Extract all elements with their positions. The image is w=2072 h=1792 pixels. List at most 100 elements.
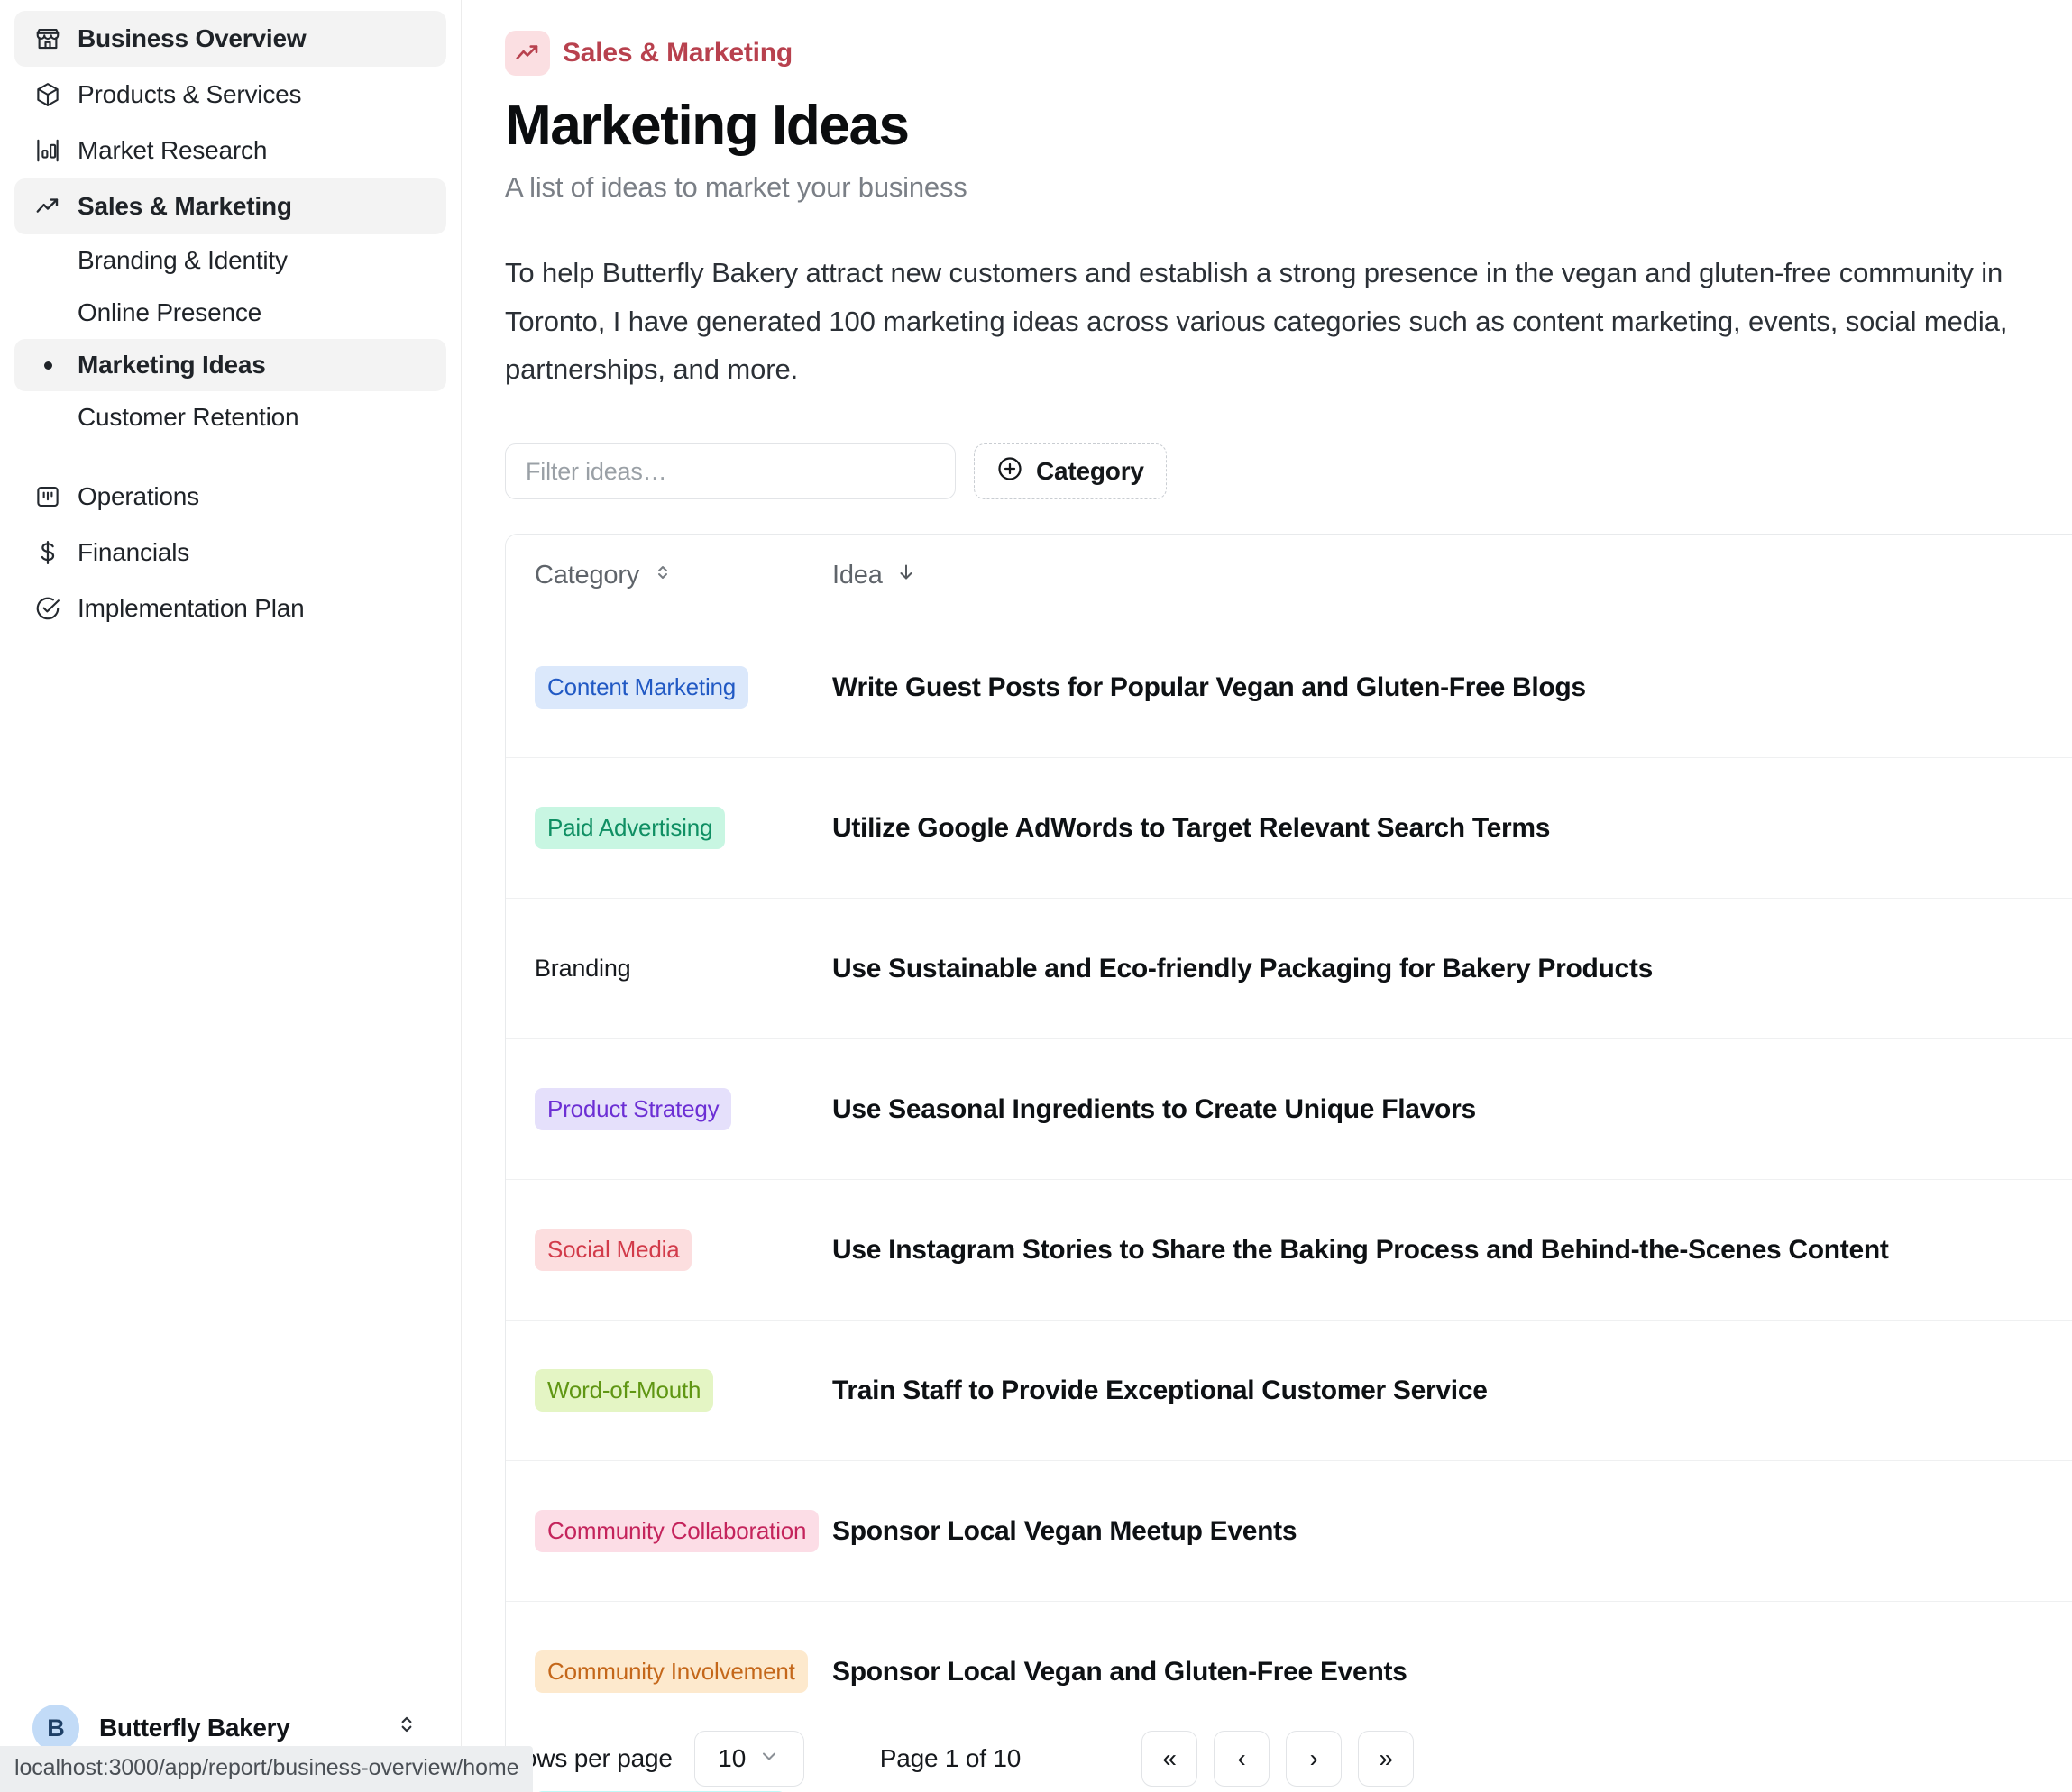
table-row[interactable]: Word-of-Mouth Train Staff to Provide Exce… [506,1321,2072,1462]
add-category-filter-label: Category [1036,457,1144,486]
intro-paragraph: To help Butterfly Bakery attract new cus… [505,257,2008,385]
sort-updown-icon [652,561,674,591]
pagination-buttons: « ‹ › » [1141,1731,1415,1787]
dollar-icon [34,539,61,566]
sidebar-item-operations[interactable]: Operations [14,469,446,525]
cell-idea: Use Sustainable and Eco-friendly Packagi… [832,953,1654,983]
page-subtitle: A list of ideas to market your business [505,171,967,204]
cell-idea: Use Instagram Stories to Share the Bakin… [832,1234,1889,1265]
add-category-filter-button[interactable]: Category [974,443,1167,500]
sidebar: Business Overview Products & Services Ma… [0,0,534,1792]
filter-input[interactable] [505,443,956,500]
sidebar-item-label: Products & Services [78,80,302,108]
sidebar-item-label: Financials [78,538,190,566]
table-row[interactable]: Community Collaboration Sponsor Local Veg… [506,1461,2072,1603]
cell-idea: Sponsor Local Vegan and Gluten-Free Even… [832,1656,1407,1687]
status-bar-url: localhost:3000/app/report/business-overv… [0,1746,534,1792]
sort-desc-arrow-icon [895,561,917,591]
store-icon [34,25,61,52]
table-row[interactable]: Branding Use Sustainable and Eco-friendly… [506,899,2072,1040]
cell-category: Branding [535,947,832,990]
column-header-idea-label: Idea [832,561,883,590]
sidebar-divider-gap [14,443,446,469]
page-indicator: Page 1 of 10 [879,1744,1022,1772]
category-badge: Social Media [535,1229,692,1272]
table-header-row: Category Idea [506,535,2072,618]
cell-idea: Utilize Google AdWords to Target Relevan… [832,812,1551,843]
table-row[interactable]: Content Marketing Write Guest Posts for P… [506,617,2072,759]
rows-per-page-select[interactable]: 10 [693,1731,804,1787]
sidebar-item-label: Customer Retention [78,403,299,431]
table-body: Content Marketing Write Guest Posts for P… [506,617,2072,1792]
breadcrumb[interactable]: Sales & Marketing [505,31,793,76]
cell-category: Social Media [535,1229,832,1272]
column-header-category-label: Category [535,561,640,590]
sidebar-item-label: Implementation Plan [78,594,305,622]
cell-category: Content Marketing [535,666,832,709]
table-row[interactable]: Product Strategy Use Seasonal Ingredients… [506,1039,2072,1181]
cell-category: Community Involvement [535,1650,832,1694]
sidebar-item-online-presence[interactable]: Online Presence [14,287,446,339]
next-page-button[interactable]: › [1286,1731,1343,1787]
package-icon [34,81,61,108]
ideas-table: Category Idea Content Marketing Write Gu… [505,534,2072,1792]
sidebar-item-customer-retention[interactable]: Customer Retention [14,391,446,443]
bullet-icon [34,361,61,370]
sidebar-item-label: Online Presence [78,298,262,326]
cell-category: Product Strategy [535,1088,832,1131]
cell-idea: Use Seasonal Ingredients to Create Uniqu… [832,1093,1476,1124]
category-badge: Community Involvement [535,1650,808,1694]
sidebar-item-products-services[interactable]: Products & Services [14,67,446,123]
column-header-idea[interactable]: Idea [832,561,2072,591]
sidebar-item-implementation-plan[interactable]: Implementation Plan [14,581,446,636]
first-page-button[interactable]: « [1141,1731,1198,1787]
cell-category: Paid Advertising [535,807,832,850]
kanban-icon [34,483,61,510]
app-root: Business Overview Products & Services Ma… [0,0,2072,1792]
table-toolbar: Category [505,443,2072,500]
trending-up-icon [505,31,550,76]
table-row[interactable]: Paid Advertising Utilize Google AdWords t… [506,758,2072,900]
sidebar-item-market-research[interactable]: Market Research [14,123,446,178]
sidebar-item-label: Marketing Ideas [78,351,266,379]
category-badge: Paid Advertising [535,807,726,850]
pagination-bar: Rows per page 10 Page 1 of 10 « ‹ › » [505,1731,2072,1787]
cell-category: Community Collaboration [535,1510,832,1553]
breadcrumb-label: Sales & Marketing [563,38,793,68]
table-row[interactable]: Social Media Use Instagram Stories to Sha… [506,1180,2072,1321]
avatar: B [32,1705,79,1751]
plus-circle-icon [996,455,1023,489]
sidebar-item-sales-marketing[interactable]: Sales & Marketing [14,178,446,234]
cell-idea: Sponsor Local Vegan Meetup Events [832,1515,1297,1546]
sidebar-item-label: Business Overview [78,24,307,52]
cell-idea: Train Staff to Provide Exceptional Custo… [832,1375,1488,1405]
sidebar-item-business-overview[interactable]: Business Overview [14,11,446,67]
category-badge: Word-of-Mouth [535,1369,714,1413]
cell-idea: Write Guest Posts for Popular Vegan and … [832,672,1586,702]
chevron-up-down-icon [395,1713,418,1743]
sidebar-item-label: Branding & Identity [78,246,288,274]
table-row[interactable]: Community Involvement Sponsor Local Vegan… [506,1602,2072,1743]
workspace-name: Butterfly Bakery [99,1714,290,1742]
cell-category: Word-of-Mouth [535,1369,832,1413]
category-badge: Community Collaboration [535,1510,820,1553]
previous-page-button[interactable]: ‹ [1214,1731,1270,1787]
main-content: Sales & Marketing Marketing Ideas A list… [462,0,2072,1792]
main-inner: Sales & Marketing Marketing Ideas A list… [462,0,2072,1792]
sidebar-item-label: Operations [78,482,199,510]
sidebar-nav: Business Overview Products & Services Ma… [0,11,461,636]
sidebar-item-branding-identity[interactable]: Branding & Identity [14,234,446,287]
column-header-category[interactable]: Category [535,561,832,591]
category-badge: Product Strategy [535,1088,732,1131]
check-circle-icon [34,595,61,622]
bar-chart-icon [34,137,61,164]
last-page-button[interactable]: » [1358,1731,1415,1787]
trending-up-icon [34,193,61,220]
page-title: Marketing Ideas [505,95,910,157]
rows-per-page-value: 10 [718,1744,747,1772]
sidebar-item-financials[interactable]: Financials [14,525,446,581]
category-badge: Content Marketing [535,666,749,709]
chevron-down-icon [758,1744,780,1773]
sidebar-item-marketing-ideas[interactable]: Marketing Ideas [14,339,446,391]
category-badge: Branding [535,955,631,983]
